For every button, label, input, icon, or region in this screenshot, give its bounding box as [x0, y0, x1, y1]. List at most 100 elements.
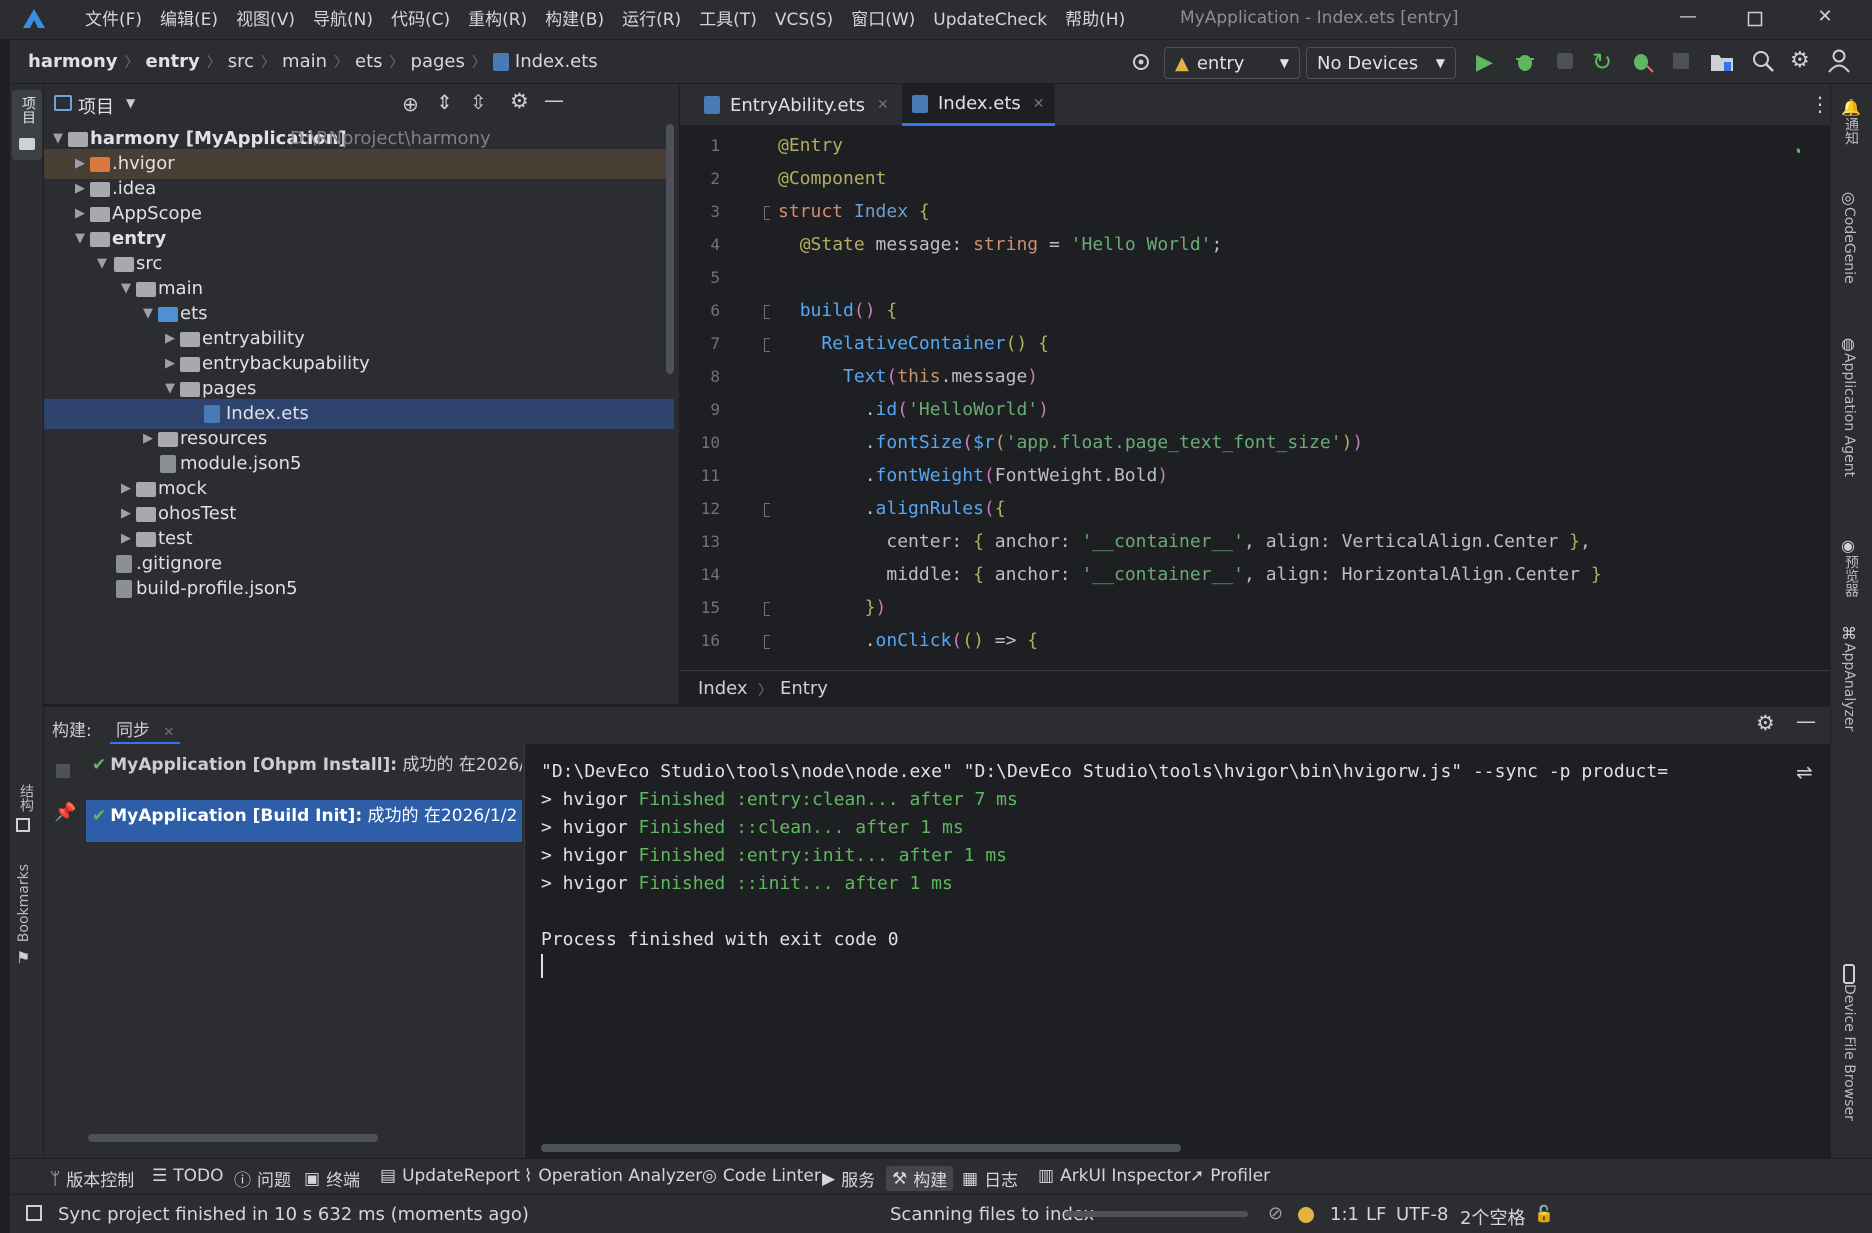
- power-save-icon[interactable]: ⊘: [1268, 1203, 1283, 1224]
- menu-navigate[interactable]: 导航(N): [304, 8, 382, 32]
- menu-view[interactable]: 视图(V): [227, 8, 304, 32]
- menu-code[interactable]: 代码(C): [382, 8, 459, 32]
- preview-tool-button[interactable]: ◉ 预览器: [1841, 536, 1861, 597]
- crumb-src[interactable]: src: [228, 51, 254, 72]
- crumb-harmony[interactable]: harmony: [28, 51, 118, 72]
- build-settings-icon[interactable]: ⚙: [1756, 711, 1775, 735]
- file-icon: [116, 555, 132, 573]
- task-list-scrollbar[interactable]: [88, 1134, 378, 1142]
- appanalyzer-label: AppAnalyzer: [1841, 643, 1857, 732]
- tab-sync[interactable]: 同步 ✕: [110, 707, 181, 745]
- locate-file-icon[interactable]: ⊕: [402, 92, 419, 116]
- tool-build[interactable]: ⚒ 构建: [886, 1166, 954, 1191]
- close-tab-icon[interactable]: ✕: [877, 97, 889, 113]
- crumb-entry[interactable]: entry: [146, 51, 200, 72]
- reload-icon[interactable]: ↻: [1592, 48, 1612, 76]
- menu-file[interactable]: 文件(F): [76, 8, 151, 32]
- bookmarks-tool-button[interactable]: Bookmarks ⚑: [16, 864, 32, 967]
- pin-icon[interactable]: 📌: [54, 802, 76, 823]
- close-tab-icon[interactable]: ✕: [1033, 96, 1045, 112]
- tool-problems[interactable]: ⓘ 问题: [234, 1166, 291, 1191]
- output-scrollbar[interactable]: [541, 1144, 1181, 1152]
- tree-scrollbar[interactable]: [666, 124, 674, 374]
- project-panel-title[interactable]: 项目: [78, 93, 114, 119]
- hide-panel-icon[interactable]: —: [544, 88, 564, 112]
- tree-row-build-profile[interactable]: build-profile.json5: [44, 574, 674, 604]
- menu-refactor[interactable]: 重构(R): [459, 8, 536, 32]
- minimize-icon[interactable]: —: [1673, 6, 1703, 34]
- indent-setting[interactable]: 2个空格: [1460, 1204, 1525, 1230]
- tool-updatereport[interactable]: ▤ UpdateReport: [380, 1166, 520, 1186]
- chevron-down-icon[interactable]: ▼: [126, 96, 135, 110]
- crumb-ets[interactable]: ets: [355, 51, 383, 72]
- caret-position[interactable]: 1:1: [1330, 1204, 1359, 1225]
- tool-operation-analyzer[interactable]: ⌇ Operation Analyzer: [524, 1166, 702, 1186]
- menu-updatecheck[interactable]: UpdateCheck: [924, 8, 1056, 32]
- device-browser-tool-button[interactable]: Device File Browser: [1841, 964, 1857, 1121]
- agent-tool-button[interactable]: ◍ Application Agent: [1841, 334, 1857, 477]
- menu-tools[interactable]: 工具(T): [690, 8, 766, 32]
- device-manager-icon[interactable]: [1710, 51, 1734, 78]
- code-editor[interactable]: @Entry @Component struct Index { @State …: [770, 126, 1800, 670]
- tool-services[interactable]: ▶ 服务: [822, 1166, 876, 1192]
- tool-code-linter[interactable]: ◎ Code Linter: [702, 1166, 821, 1186]
- collapse-all-icon[interactable]: ⇳: [470, 90, 487, 114]
- menu-build[interactable]: 构建(B): [536, 8, 613, 32]
- tool-log[interactable]: ▦ 日志: [962, 1166, 1018, 1192]
- locate-icon[interactable]: [1130, 51, 1152, 78]
- build-task-init[interactable]: ✔ MyApplication [Build Init]: 成功的 在2026/1…: [86, 800, 522, 842]
- soft-wrap-icon[interactable]: ⇌: [1796, 760, 1813, 784]
- stop-icon[interactable]: [1672, 52, 1690, 75]
- run-config-select[interactable]: ▲ entry ▼: [1164, 47, 1300, 79]
- tool-todo[interactable]: ☰ TODO: [152, 1166, 224, 1186]
- settings-gear-icon[interactable]: ⚙: [1790, 48, 1810, 73]
- attach-icon[interactable]: [1554, 50, 1576, 77]
- device-select[interactable]: No Devices ▼: [1306, 47, 1456, 79]
- close-tab-icon[interactable]: ✕: [163, 725, 174, 740]
- expand-all-icon[interactable]: ⇕: [436, 90, 453, 114]
- project-tool-button[interactable]: 项目: [12, 90, 42, 160]
- crumb-pages[interactable]: pages: [411, 51, 465, 72]
- line-separator[interactable]: LF: [1366, 1204, 1386, 1225]
- crumb-index[interactable]: Index: [698, 678, 748, 699]
- lock-icon[interactable]: 🔓: [1534, 1204, 1554, 1223]
- maximize-icon[interactable]: [1740, 6, 1770, 34]
- build-task-ohpm[interactable]: ✔ MyApplication [Ohpm Install]: 成功的 在2026…: [86, 750, 522, 784]
- more-options-icon[interactable]: ⋮: [1810, 92, 1830, 116]
- menu-help[interactable]: 帮助(H): [1056, 8, 1134, 32]
- notifications-tool-button[interactable]: 🔔 通知: [1841, 98, 1861, 145]
- no-problems-check-icon[interactable]: ✔: [1796, 138, 1800, 159]
- close-icon[interactable]: ✕: [1810, 6, 1840, 34]
- appanalyzer-tool-button[interactable]: ⌘ AppAnalyzer: [1841, 624, 1857, 731]
- debug-attach-icon[interactable]: [1630, 49, 1654, 78]
- file-encoding[interactable]: UTF-8: [1396, 1204, 1448, 1225]
- status-dot-icon[interactable]: [1298, 1207, 1314, 1223]
- stop-build-icon[interactable]: [56, 764, 70, 778]
- menu-window[interactable]: 窗口(W): [842, 8, 924, 32]
- account-icon[interactable]: [1828, 49, 1850, 78]
- tool-version-control[interactable]: ᛘ 版本控制: [50, 1166, 134, 1192]
- tool-profiler[interactable]: ➚ Profiler: [1190, 1166, 1270, 1186]
- run-icon[interactable]: ▶: [1476, 50, 1493, 75]
- crumb-index-ets[interactable]: Index.ets: [515, 51, 598, 72]
- tool-arkui-inspector[interactable]: ▥ ArkUI Inspector: [1038, 1166, 1191, 1186]
- codegenie-tool-button[interactable]: ◎ CodeGenie: [1841, 188, 1857, 284]
- panel-toggle-icon[interactable]: [26, 1205, 42, 1221]
- status-message[interactable]: Sync project finished in 10 s 632 ms (mo…: [58, 1204, 529, 1225]
- search-icon[interactable]: [1752, 50, 1774, 77]
- tool-label: 服务: [841, 1171, 876, 1191]
- menu-vcs[interactable]: VCS(S): [766, 8, 842, 32]
- crumb-entry-struct[interactable]: Entry: [780, 678, 828, 699]
- tab-index-ets[interactable]: Index.ets ✕: [902, 84, 1055, 126]
- panel-settings-icon[interactable]: ⚙: [510, 89, 529, 113]
- tab-entryability[interactable]: EntryAbility.ets ✕: [694, 84, 899, 126]
- hide-panel-icon[interactable]: —: [1796, 709, 1816, 733]
- menu-run[interactable]: 运行(R): [613, 8, 690, 32]
- notifications-label: 通知: [1843, 117, 1859, 145]
- menu-edit[interactable]: 编辑(E): [151, 8, 227, 32]
- tool-terminal[interactable]: ▣ 终端: [304, 1166, 360, 1192]
- build-output[interactable]: "D:\DevEco Studio\tools\node\node.exe" "…: [524, 744, 1784, 1158]
- crumb-main[interactable]: main: [282, 51, 327, 72]
- debug-icon[interactable]: [1514, 49, 1536, 78]
- structure-tool-button[interactable]: 结构: [16, 784, 36, 832]
